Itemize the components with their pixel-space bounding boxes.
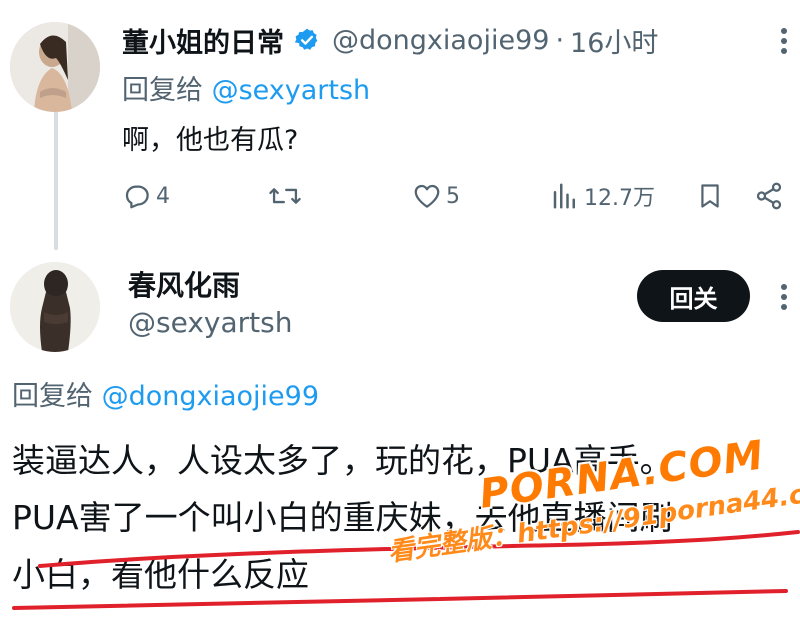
like-button[interactable]: 5 [412, 176, 460, 216]
heart-icon [414, 184, 440, 208]
tweet-text: 啊，他也有瓜? [122, 125, 299, 156]
display-name[interactable]: 董小姐的日常 [122, 21, 284, 60]
reply-context: 回复给 @sexyartsh [122, 68, 370, 107]
tweet-header: 董小姐的日常 @dongxiaojie99 · 16小时 [122, 18, 658, 62]
reply-prefix: 回复给 [12, 381, 93, 412]
follow-back-button[interactable]: 回关 [637, 270, 750, 322]
separator-dot: · [555, 24, 565, 56]
reply-icon [125, 185, 149, 209]
action-bar: 4 5 12.7万 [0, 176, 800, 216]
avatar[interactable] [10, 22, 100, 112]
avatar[interactable] [10, 262, 100, 352]
share-button[interactable] [754, 176, 784, 216]
reply-count: 4 [156, 183, 170, 209]
user-handle[interactable]: @dongxiaojie99 [332, 25, 549, 56]
more-vertical-icon[interactable] [774, 282, 794, 312]
display-name[interactable]: 春风化雨 [128, 264, 240, 304]
verified-badge-icon [294, 27, 320, 53]
bookmark-button[interactable] [696, 176, 724, 216]
views-chart-icon [553, 183, 575, 209]
share-icon [756, 182, 782, 210]
avatar-photo-icon [10, 22, 100, 112]
retweet-icon [269, 188, 301, 204]
timestamp[interactable]: 16小时 [570, 21, 658, 60]
mention-link[interactable]: @sexyartsh [212, 75, 371, 106]
avatar-photo-icon [10, 262, 100, 352]
view-count: 12.7万 [584, 186, 655, 211]
more-vertical-icon[interactable] [774, 26, 794, 56]
reply-button[interactable]: 4 [122, 176, 170, 216]
reply-tweet[interactable]: 董小姐的日常 @dongxiaojie99 · 16小时 回复给 @sexyar… [0, 0, 800, 250]
user-handle[interactable]: @sexyartsh [128, 306, 292, 339]
reply-prefix: 回复给 [122, 75, 203, 106]
mention-link[interactable]: @dongxiaojie99 [102, 381, 319, 412]
like-count: 5 [446, 183, 460, 209]
reply-context: 回复给 @dongxiaojie99 [12, 374, 319, 413]
page: 董小姐的日常 @dongxiaojie99 · 16小时 回复给 @sexyar… [0, 0, 800, 621]
bookmark-icon [701, 184, 719, 208]
views-button[interactable]: 12.7万 [550, 176, 655, 216]
retweet-button[interactable] [268, 176, 302, 216]
